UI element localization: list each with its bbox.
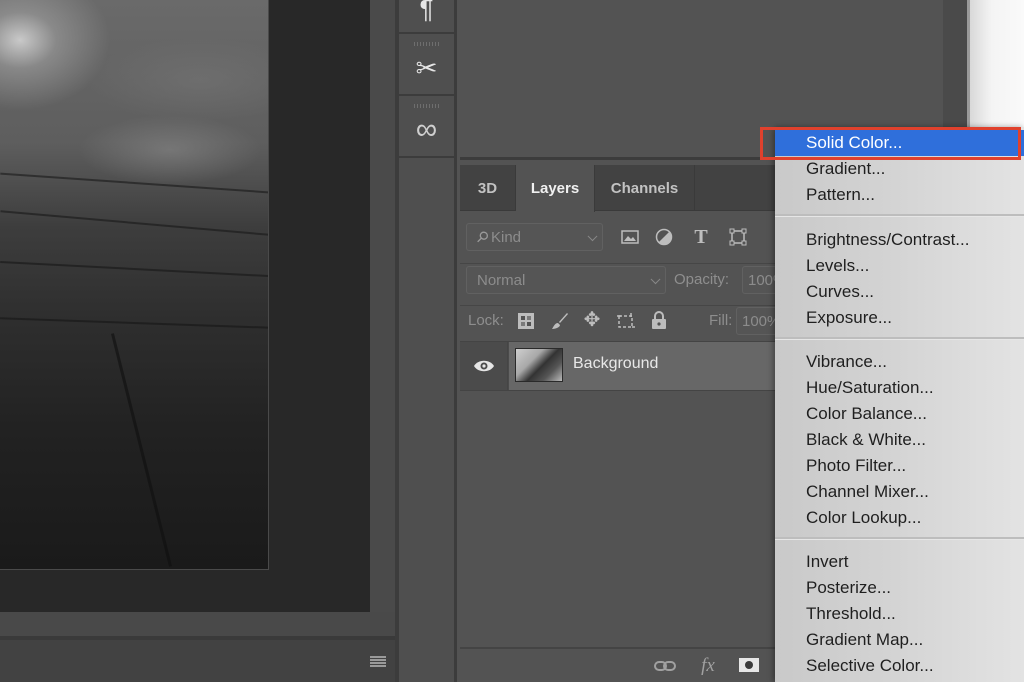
- menu-item-hue-saturation[interactable]: Hue/Saturation...: [775, 375, 1024, 401]
- filter-kind-dropdown[interactable]: ⚲ Kind: [466, 223, 603, 251]
- lock-artboard-icon[interactable]: [616, 311, 636, 331]
- link-layers-icon[interactable]: [653, 657, 677, 675]
- layer-row[interactable]: Background: [460, 341, 790, 391]
- menu-item-curves[interactable]: Curves...: [775, 279, 1024, 305]
- lock-row: Lock: ✥ Fill: 100%: [460, 306, 796, 342]
- menu-item-selective-color[interactable]: Selective Color...: [775, 653, 1024, 679]
- menu-item-color-lookup[interactable]: Color Lookup...: [775, 505, 1024, 531]
- creative-cloud-icon: ∞: [415, 113, 438, 146]
- menu-item-color-balance[interactable]: Color Balance...: [775, 401, 1024, 427]
- layer-thumbnail: [515, 348, 563, 382]
- menu-item-pattern[interactable]: Pattern...: [775, 182, 1024, 208]
- filter-row: ⚲ Kind T: [460, 212, 790, 264]
- layer-visibility-toggle[interactable]: [460, 342, 508, 390]
- menu-item-gradient-map[interactable]: Gradient Map...: [775, 627, 1024, 653]
- type-filter-icon[interactable]: T: [691, 227, 711, 247]
- eye-icon: [473, 360, 494, 372]
- adjustment-layer-menu: Solid Color... Gradient... Pattern... Br…: [775, 127, 1024, 682]
- tools-icon: ✂: [415, 53, 438, 83]
- canvas-photo: [0, 0, 269, 570]
- vertical-scrollbar[interactable]: [370, 0, 395, 612]
- lock-position-icon[interactable]: ✥: [582, 310, 602, 330]
- drag-grip[interactable]: [414, 42, 439, 46]
- chevron-down-icon: [587, 231, 598, 242]
- menu-item-channel-mixer[interactable]: Channel Mixer...: [775, 479, 1024, 505]
- shape-filter-icon[interactable]: [728, 228, 748, 246]
- lock-image-pixels-icon[interactable]: [550, 311, 570, 331]
- blend-mode-value: Normal: [477, 271, 526, 289]
- collapsed-panel-strip: ¶ ✂ ∞: [399, 0, 457, 682]
- status-bar: [0, 636, 395, 682]
- menu-item-exposure[interactable]: Exposure...: [775, 305, 1024, 331]
- fx-icon[interactable]: fx: [697, 655, 719, 675]
- menu-item-threshold[interactable]: Threshold...: [775, 601, 1024, 627]
- drag-grip[interactable]: [414, 104, 439, 108]
- annotation-highlight-box: [760, 127, 1021, 160]
- panel-tab-bar: 3D Layers Channels: [460, 165, 790, 212]
- menu-item-levels[interactable]: Levels...: [775, 253, 1024, 279]
- tool-presets-button[interactable]: ✂: [399, 36, 454, 96]
- adjustment-filter-icon[interactable]: [654, 228, 674, 246]
- chevron-down-icon: [650, 274, 661, 285]
- background-window: [970, 0, 1024, 130]
- paragraph-icon: ¶: [419, 0, 434, 24]
- paragraph-panel-button[interactable]: ¶: [399, 0, 454, 34]
- menu-separator: [775, 337, 1024, 340]
- lock-label: Lock:: [468, 312, 504, 329]
- layers-panel: 3D Layers Channels ⚲ Kind T Normal Opaci…: [460, 165, 802, 682]
- opacity-label: Opacity:: [674, 271, 730, 288]
- layer-name: Background: [573, 355, 659, 372]
- menu-item-vibrance[interactable]: Vibrance...: [775, 349, 1024, 375]
- menu-item-photo-filter[interactable]: Photo Filter...: [775, 453, 1024, 479]
- filter-kind-label: Kind: [491, 228, 522, 246]
- blend-row: Normal Opacity: 100%: [460, 264, 802, 306]
- menu-item-brightness-contrast[interactable]: Brightness/Contrast...: [775, 227, 1024, 253]
- image-filter-icon[interactable]: [620, 228, 640, 246]
- menu-separator: [775, 537, 1024, 540]
- search-icon: ⚲: [472, 227, 493, 248]
- menu-item-posterize[interactable]: Posterize...: [775, 575, 1024, 601]
- libraries-button[interactable]: ∞: [399, 98, 454, 158]
- tab-layers[interactable]: Layers: [516, 165, 595, 212]
- tab-channels[interactable]: Channels: [595, 165, 695, 211]
- add-mask-icon[interactable]: [738, 657, 760, 673]
- hamburger-icon[interactable]: [370, 656, 386, 668]
- tab-3d[interactable]: 3D: [460, 165, 516, 211]
- menu-item-invert[interactable]: Invert: [775, 549, 1024, 575]
- horizontal-scrollbar[interactable]: [0, 612, 395, 636]
- menu-item-black-white[interactable]: Black & White...: [775, 427, 1024, 453]
- layers-panel-footer: fx: [460, 647, 790, 682]
- fill-label: Fill:: [709, 312, 733, 329]
- document-canvas[interactable]: [0, 0, 370, 612]
- layer-item-background[interactable]: Background: [509, 342, 790, 390]
- menu-separator: [775, 214, 1024, 217]
- blend-mode-dropdown[interactable]: Normal: [466, 266, 666, 294]
- lock-transparent-pixels-icon[interactable]: [517, 312, 535, 330]
- lock-all-icon[interactable]: [650, 310, 668, 330]
